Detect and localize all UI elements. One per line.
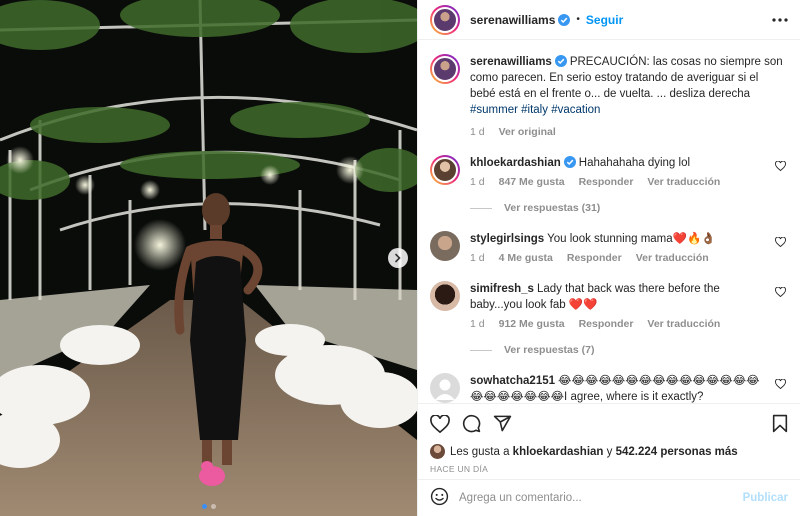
reply-button[interactable]: Responder [579,316,634,332]
comment-like-button[interactable] [775,236,786,250]
likes-summary: Les gusta a khloekardashian y 542.224 pe… [430,444,788,459]
publish-button[interactable]: Publicar [743,492,788,504]
replies-divider [470,349,492,351]
post-actions: Les gusta a khloekardashian y 542.224 pe… [418,403,800,479]
like-button[interactable] [430,413,450,436]
comment-text: Hahahahaha dying lol [578,157,691,169]
commenter-avatar[interactable] [430,231,460,261]
follow-button[interactable]: Seguir [586,13,623,27]
comment-like-button[interactable] [775,378,786,392]
hashtag-link[interactable]: #italy [521,104,548,116]
liker-username[interactable]: khloekardashian [513,446,604,458]
commenter-avatar[interactable] [430,281,460,311]
emoji-button[interactable] [430,487,449,509]
carousel-indicator [0,504,417,509]
comment-row: sowhatcha2151 😂😂😂😂😂😂😂😂😂😂😂😂😂😂😂😂😂😂😂😂😂😂I agr… [430,373,788,403]
heart-icon [430,413,450,433]
share-button[interactable] [493,414,512,436]
post-header: serenawilliams • Seguir [418,0,800,40]
verified-icon [563,156,576,168]
hashtag-link[interactable]: #vacation [551,104,600,116]
comment-row: simifresh_s Lady that back was there befo… [430,281,788,332]
see-original-button[interactable]: Ver original [499,124,556,140]
separator-dot: • [576,14,580,25]
emoji-icon [430,487,449,506]
verified-icon [554,55,567,67]
comment-username[interactable]: simifresh_s [470,283,534,295]
carousel-dot [210,504,216,509]
share-icon [493,415,512,432]
post-time: HACE UN DÍA [430,464,489,474]
comment-time: 1 d [470,252,485,264]
author-avatar[interactable] [430,4,460,35]
save-button[interactable] [772,414,788,436]
comment-likes[interactable]: 912 Me gusta [499,316,565,332]
comment-like-button[interactable] [775,286,786,300]
heart-icon [775,286,786,298]
commenter-avatar-placeholder[interactable] [430,373,460,403]
photo-scene [0,0,417,516]
likes-conjunction: y [606,445,613,458]
comment-username[interactable]: khloekardashian [470,157,561,169]
comment-likes[interactable]: 4 Me gusta [499,250,553,266]
author-username[interactable]: serenawilliams [470,13,555,27]
reply-button[interactable]: Responder [579,174,634,190]
comment-time: 1 d [470,318,485,330]
comment-button[interactable] [462,414,481,436]
comments-list[interactable]: serenawilliams PRECAUCIÓN: las cosas no s… [418,40,800,403]
view-replies-label: Ver respuestas (7) [504,344,595,356]
chevron-right-icon [395,253,401,263]
comment-time: 1 d [470,176,485,188]
heart-icon [775,378,786,390]
liker-avatar [430,444,445,459]
reply-button[interactable]: Responder [567,250,622,266]
comment-username[interactable]: sowhatcha2151 [470,375,555,387]
author-avatar[interactable] [430,54,460,84]
more-options-icon [772,17,788,22]
view-replies-label: Ver respuestas (31) [504,202,601,214]
default-avatar-icon [435,379,455,400]
translate-button[interactable]: Ver traducción [636,250,709,266]
replies-divider [470,207,492,209]
translate-button[interactable]: Ver traducción [647,316,720,332]
caption-username[interactable]: serenawilliams [470,56,552,68]
comment-input[interactable] [459,492,743,504]
comment-row: stylegirlsings You look stunning mama❤️🔥👌… [430,231,788,266]
likes-prefix: Les gusta a [450,445,510,458]
comment-username[interactable]: stylegirlsings [470,233,544,245]
comment-row: khloekardashian Hahahahaha dying lol 1 d … [430,155,788,190]
view-replies-button[interactable]: Ver respuestas (7) [470,344,788,356]
translate-button[interactable]: Ver traducción [647,174,720,190]
comment-likes[interactable]: 847 Me gusta [499,174,565,190]
view-replies-button[interactable]: Ver respuestas (31) [470,202,788,214]
hashtag-link[interactable]: #summer [470,104,518,116]
carousel-dot [201,504,207,509]
caption: serenawilliams PRECAUCIÓN: las cosas no s… [430,54,788,140]
comment-icon [462,414,481,433]
post-side-panel: serenawilliams • Seguir serenawilliams PR… [417,0,800,516]
verified-icon [558,13,571,26]
post-photo[interactable] [0,0,417,516]
carousel-next-button[interactable] [388,248,408,268]
comment-text: You look stunning mama❤️🔥👌🏾 [547,233,716,245]
likes-count[interactable]: 542.224 personas más [616,446,738,458]
comment-like-button[interactable] [775,160,786,174]
comment-composer: Publicar [418,479,800,516]
commenter-avatar[interactable] [430,155,460,185]
more-options-button[interactable] [772,17,788,22]
heart-icon [775,236,786,248]
caption-time: 1 d [470,126,485,138]
heart-icon [775,160,786,172]
instagram-post-view: serenawilliams • Seguir serenawilliams PR… [0,0,800,516]
bookmark-icon [772,414,788,433]
